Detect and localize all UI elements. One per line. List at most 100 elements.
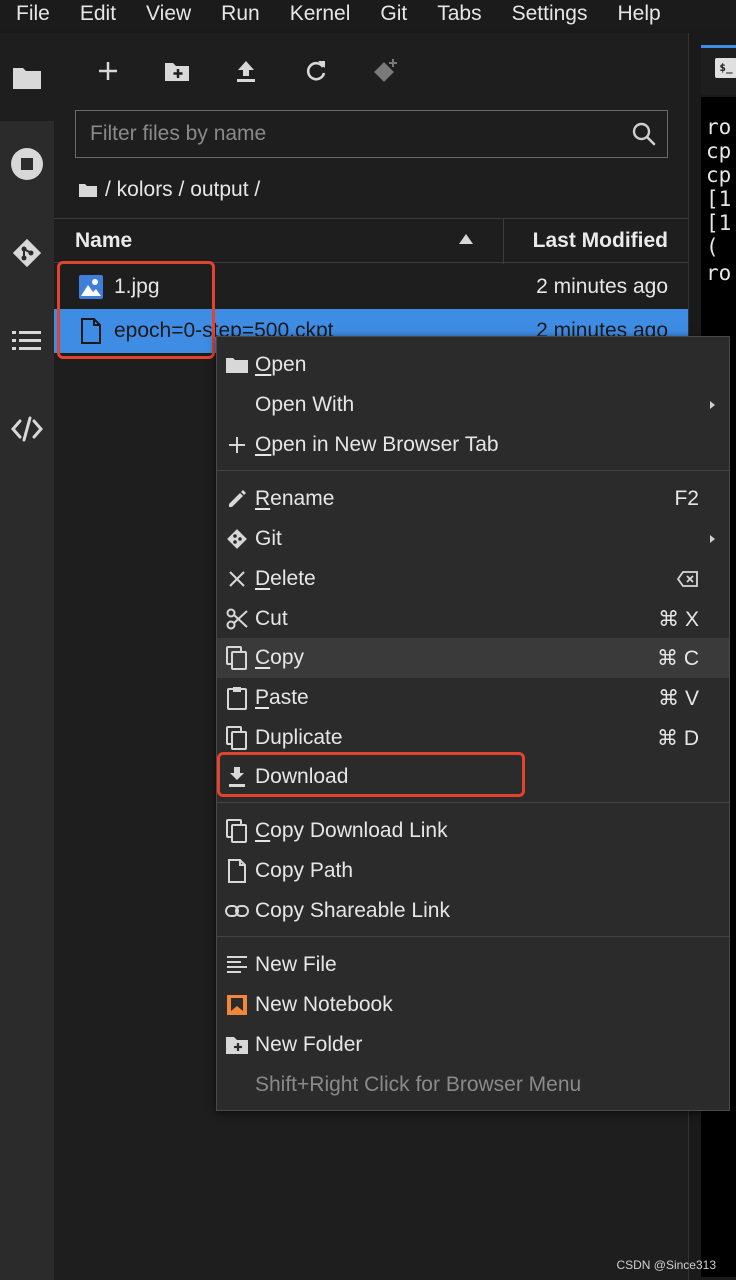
menu-item-copy-download-link[interactable]: Copy Download Link [217, 811, 729, 851]
link-icon [225, 899, 249, 923]
activity-bar [0, 33, 54, 1280]
menu-label: elete [270, 567, 316, 590]
menu-label: New Notebook [255, 993, 393, 1016]
menu-label-mnemonic: P [255, 686, 270, 709]
menu-label: Shift+Right Click for Browser Menu [255, 1073, 582, 1096]
menu-separator [217, 470, 729, 471]
list-icon[interactable] [8, 322, 46, 360]
menu-git[interactable]: Git [365, 0, 422, 30]
terminal-tab[interactable]: $_ [701, 45, 736, 95]
menu-bar: File Edit View Run Kernel Git Tabs Setti… [0, 0, 736, 30]
copy-icon [225, 646, 249, 670]
terminal-icon: $_ [715, 58, 736, 78]
terminal-line: ( [706, 235, 719, 259]
menu-item-rename[interactable]: Rename F2 [217, 479, 729, 519]
sort-ascending-icon[interactable] [458, 233, 474, 245]
git-icon[interactable] [8, 234, 46, 272]
menu-label-mnemonic: O [255, 353, 272, 376]
menu-separator [217, 802, 729, 803]
menu-shortcut: ⌘ D [657, 727, 699, 750]
menu-item-cut[interactable]: Cut ⌘ X [217, 599, 729, 639]
menu-run[interactable]: Run [206, 0, 275, 30]
menu-label: Copy Path [255, 859, 354, 882]
menu-label: opy [270, 646, 305, 669]
menu-separator [217, 936, 729, 937]
file-modified: 2 minutes ago [536, 275, 668, 298]
menu-label: aste [269, 686, 309, 709]
terminal-line: cp [706, 163, 732, 187]
menu-item-browser-menu-hint: Shift+Right Click for Browser Menu [217, 1065, 729, 1105]
menu-item-open-with[interactable]: Open With [217, 385, 729, 425]
file-icon [225, 859, 249, 883]
search-icon[interactable] [631, 121, 657, 147]
menu-item-paste[interactable]: Paste ⌘ V [217, 678, 729, 718]
column-header-name[interactable]: Name [75, 229, 132, 253]
menu-kernel[interactable]: Kernel [275, 0, 366, 30]
search-box [75, 110, 668, 158]
menu-file[interactable]: File [0, 0, 65, 30]
notebook-icon [225, 993, 249, 1017]
menu-label: Git [255, 527, 282, 550]
menu-item-new-folder[interactable]: New Folder [217, 1025, 729, 1065]
column-divider[interactable] [503, 219, 504, 264]
menu-label: pen [271, 353, 307, 376]
menu-label: Duplicate [255, 726, 343, 749]
menu-item-copy-shareable-link[interactable]: Copy Shareable Link [217, 891, 729, 931]
breadcrumb: / kolors / output / [79, 175, 260, 205]
git-icon [225, 527, 249, 551]
menu-label-mnemonic: R [255, 487, 271, 510]
menu-label-mnemonic: D [255, 567, 271, 590]
annotation-highlight-files [57, 261, 215, 359]
code-icon[interactable] [8, 410, 46, 448]
upload-icon[interactable] [228, 53, 264, 89]
menu-label: New Folder [255, 1033, 363, 1056]
folder-icon[interactable] [8, 58, 46, 96]
close-icon [225, 567, 249, 591]
menu-tabs[interactable]: Tabs [422, 0, 496, 30]
terminal-line: ro [706, 261, 732, 285]
breadcrumb-path[interactable]: / kolors / output / [105, 178, 260, 202]
watermark: CSDN @Since313 [616, 1258, 716, 1272]
search-input[interactable] [90, 119, 610, 149]
folder-icon [225, 353, 249, 377]
copy-icon [225, 819, 249, 843]
menu-shortcut: ⌘ V [658, 687, 699, 710]
folder-icon[interactable] [79, 182, 97, 198]
terminal-line: [1 [706, 211, 732, 235]
text-lines-icon [225, 953, 249, 977]
refresh-icon[interactable] [298, 53, 334, 89]
menu-item-delete[interactable]: Delete [217, 559, 729, 599]
plus-icon[interactable] [90, 53, 126, 89]
menu-edit[interactable]: Edit [65, 0, 131, 30]
menu-help[interactable]: Help [603, 0, 676, 30]
annotation-highlight-download [217, 752, 525, 797]
menu-label: Copy Shareable Link [255, 899, 450, 922]
plus-icon [225, 433, 249, 457]
menu-shortcut: ⌘ X [658, 608, 699, 631]
menu-item-open[interactable]: Open [217, 345, 729, 385]
menu-label: New File [255, 953, 337, 976]
menu-item-copy[interactable]: Copy ⌘ C [217, 638, 729, 678]
menu-label: Cut [255, 607, 288, 630]
menu-view[interactable]: View [131, 0, 206, 30]
terminal-line: [1 [706, 187, 732, 211]
stop-circle-icon[interactable] [8, 145, 46, 183]
column-header-last-modified[interactable]: Last Modified [533, 229, 668, 253]
menu-item-git[interactable]: Git [217, 519, 729, 559]
new-folder-icon [225, 1033, 249, 1057]
menu-item-new-file[interactable]: New File [217, 945, 729, 985]
terminal-line: cp [706, 139, 732, 163]
pencil-icon [225, 487, 249, 511]
menu-item-new-notebook[interactable]: New Notebook [217, 985, 729, 1025]
menu-item-copy-path[interactable]: Copy Path [217, 851, 729, 891]
menu-item-open-new-tab[interactable]: Open in New Browser Tab [217, 425, 729, 465]
menu-label: opy Download Link [270, 819, 448, 842]
chevron-right-icon [710, 535, 715, 543]
git-clone-icon[interactable] [367, 53, 403, 89]
menu-settings[interactable]: Settings [497, 0, 603, 30]
chevron-right-icon [710, 401, 715, 409]
duplicate-icon [225, 726, 249, 750]
new-folder-icon[interactable] [159, 53, 195, 89]
menu-label: pen in New Browser Tab [271, 433, 499, 456]
menu-label-mnemonic: O [255, 433, 272, 456]
